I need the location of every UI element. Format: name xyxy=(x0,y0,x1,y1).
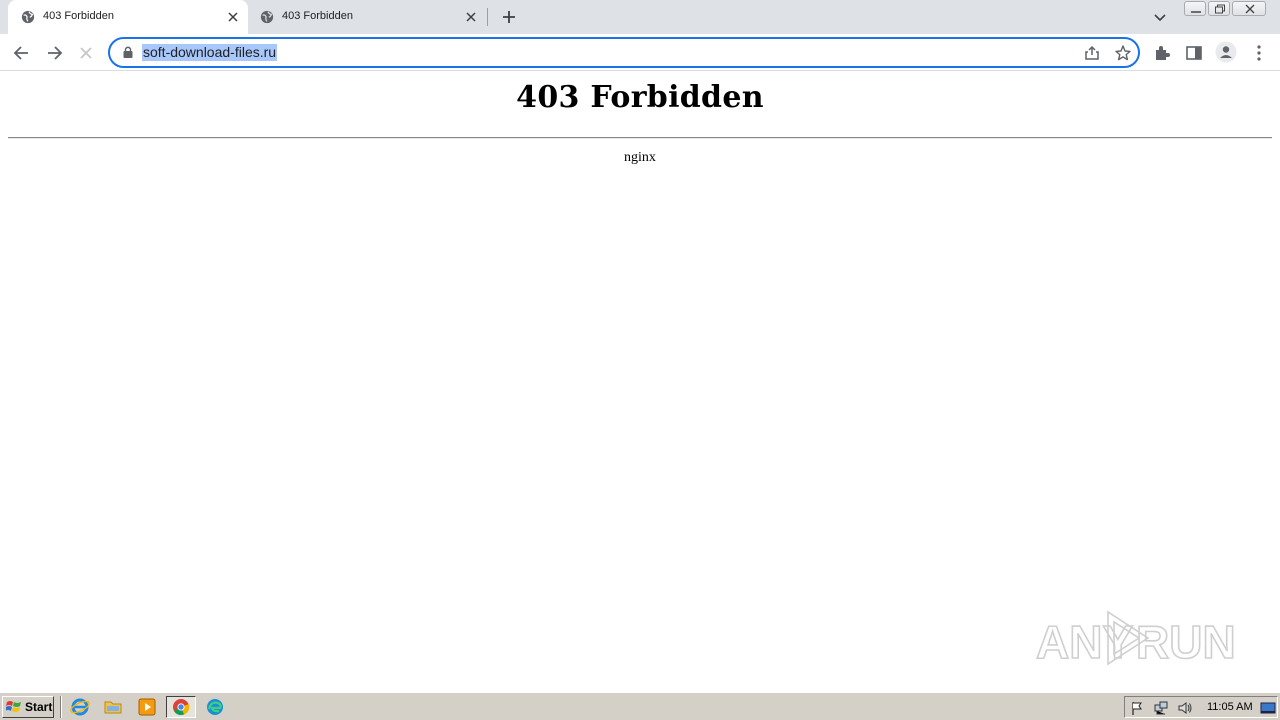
close-icon[interactable] xyxy=(464,10,478,24)
chrome-icon xyxy=(173,699,190,716)
divider xyxy=(8,137,1272,139)
page-heading: 403 Forbidden xyxy=(516,80,764,115)
globe-icon xyxy=(260,10,274,24)
plus-icon[interactable] xyxy=(499,7,519,27)
stop-icon[interactable] xyxy=(76,43,96,63)
url-text[interactable]: soft-download-files.ru xyxy=(142,44,278,61)
server-signature: nginx xyxy=(624,150,656,165)
start-button[interactable]: Start xyxy=(2,696,54,718)
bookmark-star-icon[interactable] xyxy=(1114,44,1132,62)
media-player-icon[interactable] xyxy=(136,697,158,717)
extensions-puzzle-icon[interactable] xyxy=(1152,43,1172,63)
chrome-taskbar-button[interactable] xyxy=(166,696,196,718)
windows-logo-icon xyxy=(6,701,21,712)
minimize-icon xyxy=(1191,11,1201,13)
taskbar-separator xyxy=(60,696,62,718)
anyrun-watermark-logo: ANY RUN xyxy=(1036,610,1236,669)
volume-icon[interactable] xyxy=(1177,700,1193,716)
restore-icon xyxy=(1215,4,1225,14)
more-menu-icon[interactable] xyxy=(1249,43,1269,63)
tab-inactive[interactable]: 403 Forbidden xyxy=(250,0,486,34)
page-content: 403 Forbidden nginx xyxy=(0,72,1280,692)
taskbar: Start 11:05 AM xyxy=(0,692,1280,720)
tab-strip: 403 Forbidden 403 Forbidden xyxy=(0,0,1280,34)
tab-title: 403 Forbidden xyxy=(282,10,353,22)
chevron-down-icon[interactable] xyxy=(1152,9,1168,25)
back-arrow-icon[interactable] xyxy=(12,43,32,63)
tab-active[interactable]: 403 Forbidden xyxy=(8,0,248,34)
file-explorer-icon[interactable] xyxy=(102,697,124,717)
close-icon xyxy=(1245,4,1255,14)
lock-icon[interactable] xyxy=(122,45,134,59)
watermark-text-right: RUN xyxy=(1136,616,1236,668)
share-icon[interactable] xyxy=(1083,44,1101,62)
tab-title: 403 Forbidden xyxy=(43,10,114,22)
tab-separator xyxy=(487,8,488,26)
system-clock[interactable]: 11:05 AM xyxy=(1207,701,1253,713)
show-desktop-icon[interactable] xyxy=(1260,700,1276,716)
side-panel-icon[interactable] xyxy=(1184,43,1204,63)
minimize-button[interactable] xyxy=(1184,1,1206,16)
start-label: Start xyxy=(25,700,53,714)
action-center-flag-icon[interactable] xyxy=(1129,700,1145,716)
close-icon[interactable] xyxy=(226,10,240,24)
watermark-text-left: ANY xyxy=(1036,616,1133,668)
internet-explorer-icon[interactable] xyxy=(69,697,91,717)
system-tray: 11:05 AM xyxy=(1124,696,1278,718)
browser-toolbar: soft-download-files.ru xyxy=(0,34,1280,71)
network-icon[interactable] xyxy=(1153,700,1169,716)
edge-icon[interactable] xyxy=(204,697,226,717)
restore-button[interactable] xyxy=(1208,1,1230,16)
profile-avatar-icon[interactable] xyxy=(1215,41,1237,63)
globe-icon xyxy=(21,10,35,24)
forward-arrow-icon[interactable] xyxy=(44,43,64,63)
close-window-button[interactable] xyxy=(1232,1,1266,16)
address-bar[interactable]: soft-download-files.ru xyxy=(108,37,1140,68)
